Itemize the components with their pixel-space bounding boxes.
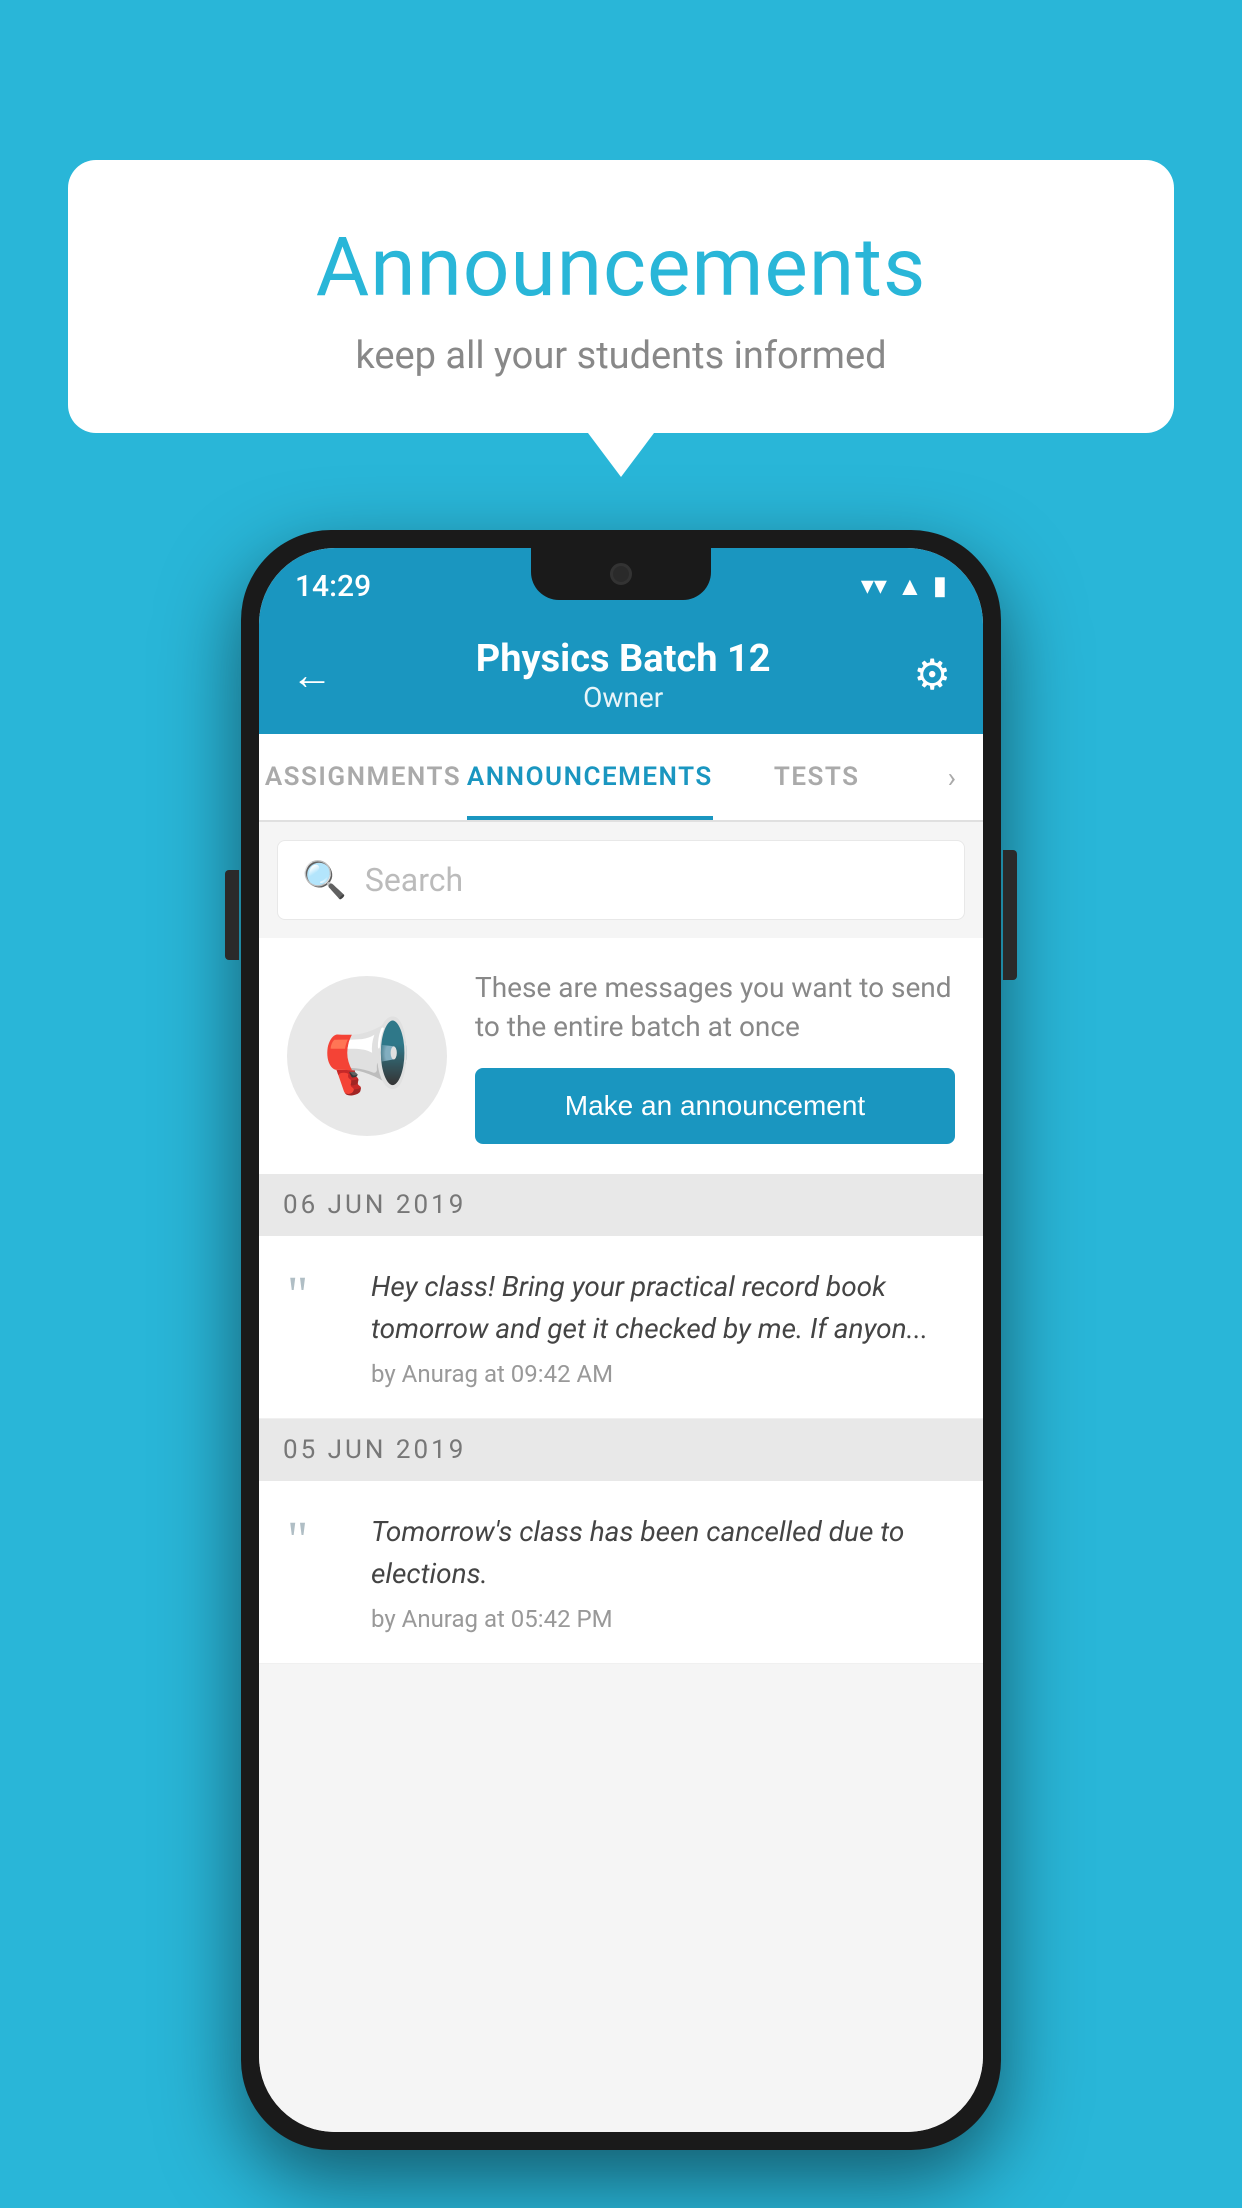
status-icons: ▾▾ ▲ ▮	[861, 571, 947, 602]
status-time: 14:29	[295, 569, 371, 604]
phone-screen: 14:29 ▾▾ ▲ ▮ ← Physics Batch 12 Owner ⚙	[259, 548, 983, 2132]
phone-notch	[531, 548, 711, 600]
promo-card: 📢 These are messages you want to send to…	[259, 938, 983, 1174]
promo-right: These are messages you want to send to t…	[475, 968, 955, 1144]
screen-body: 🔍 Search 📢 These are messages you want t…	[259, 822, 983, 2132]
announcement-meta-2: by Anurag at 05:42 PM	[371, 1605, 955, 1633]
date-divider-1: 06 JUN 2019	[259, 1174, 983, 1236]
announcement-meta-1: by Anurag at 09:42 AM	[371, 1360, 955, 1388]
settings-button[interactable]: ⚙	[913, 650, 951, 700]
tab-announcements[interactable]: ANNOUNCEMENTS	[467, 734, 713, 820]
announcement-text-area-1: Hey class! Bring your practical record b…	[371, 1266, 955, 1388]
tabs-bar: ASSIGNMENTS ANNOUNCEMENTS TESTS ›	[259, 734, 983, 822]
promo-icon-circle: 📢	[287, 976, 447, 1136]
speech-bubble-card: Announcements keep all your students inf…	[68, 160, 1174, 433]
nav-subtitle: Owner	[476, 681, 771, 714]
tab-more-button[interactable]: ›	[921, 734, 983, 820]
nav-title: Physics Batch 12	[476, 637, 771, 681]
nav-title-area: Physics Batch 12 Owner	[476, 637, 771, 714]
make-announcement-button[interactable]: Make an announcement	[475, 1068, 955, 1144]
megaphone-icon: 📢	[322, 1014, 412, 1099]
tab-tests[interactable]: TESTS	[713, 734, 921, 820]
announcement-message-1: Hey class! Bring your practical record b…	[371, 1266, 955, 1350]
announcement-item-1[interactable]: " Hey class! Bring your practical record…	[259, 1236, 983, 1419]
back-button[interactable]: ←	[291, 651, 333, 700]
tab-assignments[interactable]: ASSIGNMENTS	[259, 734, 467, 820]
speech-bubble-title: Announcements	[128, 220, 1114, 316]
quote-icon-1: "	[287, 1270, 347, 1322]
search-bar[interactable]: 🔍 Search	[277, 840, 965, 920]
signal-icon: ▲	[897, 571, 923, 602]
top-nav-bar: ← Physics Batch 12 Owner ⚙	[259, 616, 983, 734]
speech-bubble-subtitle: keep all your students informed	[128, 334, 1114, 378]
quote-icon-2: "	[287, 1515, 347, 1567]
promo-description: These are messages you want to send to t…	[475, 968, 955, 1046]
front-camera	[610, 563, 632, 585]
announcement-message-2: Tomorrow's class has been cancelled due …	[371, 1511, 955, 1595]
date-divider-2: 05 JUN 2019	[259, 1419, 983, 1481]
announcement-item-2[interactable]: " Tomorrow's class has been cancelled du…	[259, 1481, 983, 1664]
phone-outer-frame: 14:29 ▾▾ ▲ ▮ ← Physics Batch 12 Owner ⚙	[241, 530, 1001, 2150]
speech-bubble-section: Announcements keep all your students inf…	[68, 160, 1174, 433]
search-placeholder: Search	[365, 861, 463, 899]
announcement-text-area-2: Tomorrow's class has been cancelled due …	[371, 1511, 955, 1633]
wifi-icon: ▾▾	[861, 571, 887, 601]
search-icon: 🔍	[302, 859, 347, 901]
battery-icon: ▮	[933, 571, 947, 601]
phone-screen-area: 14:29 ▾▾ ▲ ▮ ← Physics Batch 12 Owner ⚙	[259, 548, 983, 2132]
phone-mockup: 14:29 ▾▾ ▲ ▮ ← Physics Batch 12 Owner ⚙	[241, 530, 1001, 2150]
